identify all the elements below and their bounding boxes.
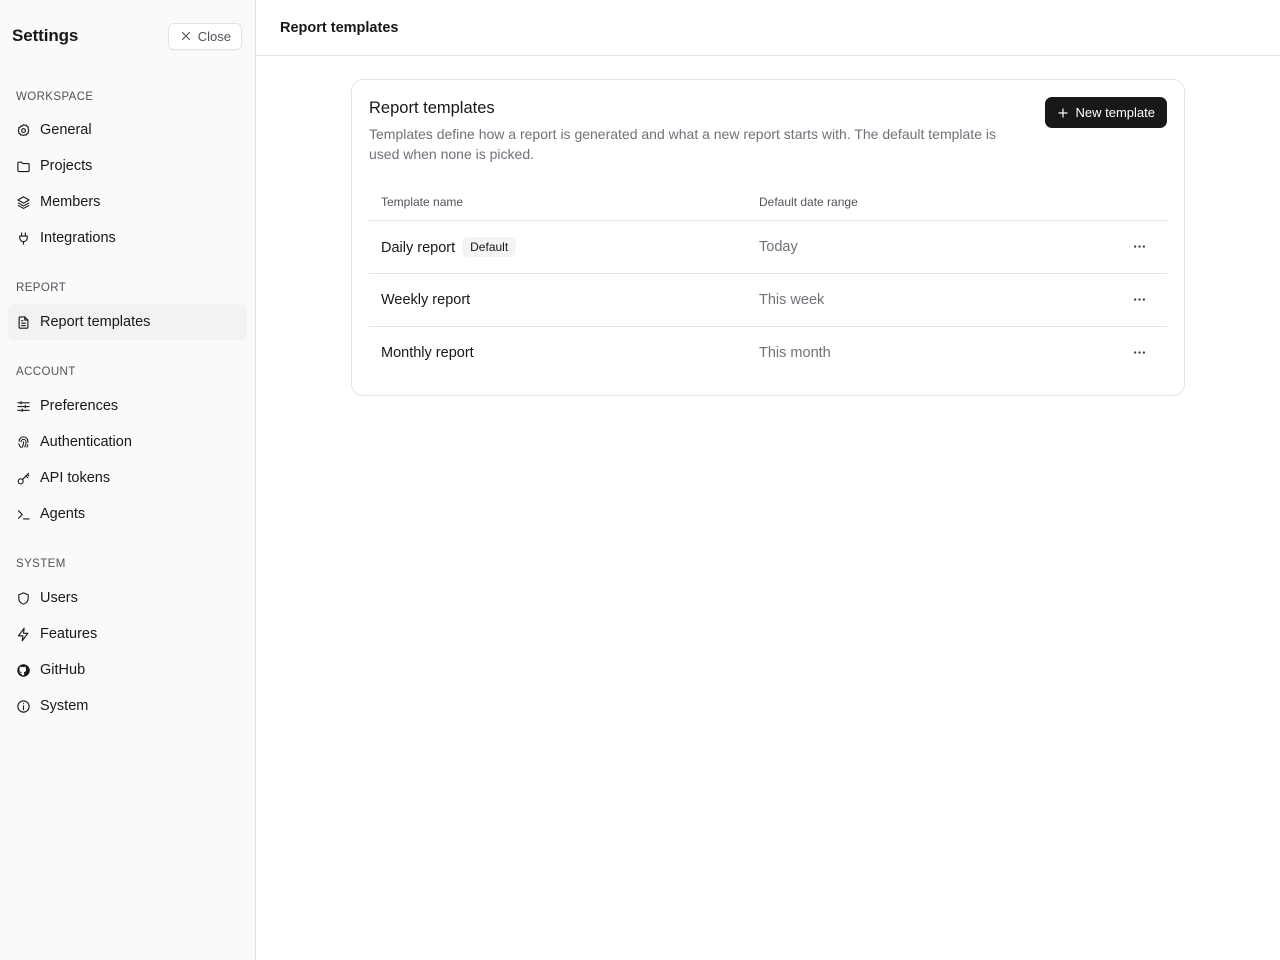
key-icon <box>17 472 30 484</box>
actions-cell <box>1107 326 1167 379</box>
document-icon <box>18 315 29 329</box>
sidebar-item-label: Preferences <box>40 398 119 414</box>
sidebar-item-label: Users <box>40 590 78 606</box>
more-horizontal-icon <box>1133 351 1145 354</box>
more-horizontal-icon <box>1133 298 1145 301</box>
section-label-report: REPORT <box>16 282 67 294</box>
sidebar-item-label: Integrations <box>40 230 116 246</box>
template-name-cell: Daily report Default <box>369 220 747 274</box>
section-label-account: ACCOUNT <box>16 366 76 378</box>
row-actions-button[interactable] <box>1127 288 1151 312</box>
actions-cell <box>1107 273 1167 327</box>
sidebar-item-api-tokens[interactable]: API tokens <box>8 460 247 496</box>
sidebar-item-report-templates[interactable]: Report templates <box>8 304 247 340</box>
date-range-cell: This month <box>759 344 831 361</box>
table-header-row: Template name Default date range <box>369 184 1167 221</box>
sidebar-item-system[interactable]: System <box>8 688 247 724</box>
sidebar-item-label: System <box>40 698 89 714</box>
sidebar-item-authentication[interactable]: Authentication <box>8 424 247 460</box>
sidebar-item-general[interactable]: General <box>8 112 247 148</box>
card-description: Templates define how a report is generat… <box>369 126 996 162</box>
table-row[interactable]: Weekly report This week <box>369 273 1167 327</box>
sidebar-header: Settings Close <box>0 0 255 72</box>
actions-cell <box>1107 220 1167 274</box>
sidebar-item-github[interactable]: GitHub <box>8 652 247 688</box>
section-label-workspace: WORKSPACE <box>16 91 94 103</box>
sidebar-item-label: General <box>40 122 92 138</box>
template-name-cell: Weekly report <box>369 273 747 327</box>
row-actions-button[interactable] <box>1127 341 1151 365</box>
sliders-icon <box>17 400 30 412</box>
info-icon <box>17 699 30 713</box>
folder-icon <box>17 161 30 172</box>
page-title: Report templates <box>280 19 399 36</box>
section-label-system: SYSTEM <box>16 558 66 570</box>
template-name-cell: Monthly report <box>369 326 747 379</box>
plug-icon <box>19 231 28 245</box>
column-header-actions <box>1107 184 1167 221</box>
sidebar-item-label: API tokens <box>40 470 111 486</box>
sidebar-title: Settings <box>12 26 79 45</box>
plus-icon <box>1057 107 1068 118</box>
layers-icon <box>17 195 30 209</box>
date-range-cell: Today <box>747 220 1107 274</box>
sidebar-item-features[interactable]: Features <box>8 616 247 652</box>
gear-icon <box>17 123 30 136</box>
main-content: Report templates Report templates Templa… <box>256 0 1280 960</box>
column-header-template-name: Template name <box>369 184 747 221</box>
sidebar: Settings Close WORKSPACE General Project… <box>0 0 256 960</box>
fingerprint-icon <box>18 435 29 448</box>
date-range-cell: This week <box>747 273 1107 327</box>
close-icon <box>181 31 190 41</box>
sidebar-item-agents[interactable]: Agents <box>8 496 247 532</box>
table-row[interactable]: Monthly report This month <box>369 326 1167 379</box>
sidebar-item-label: Authentication <box>40 434 132 450</box>
template-name: Weekly report <box>381 291 471 308</box>
zap-icon <box>17 627 29 641</box>
template-name: Daily report <box>381 239 456 256</box>
sidebar-item-label: Agents <box>40 506 86 522</box>
close-button-label: Close <box>197 28 231 44</box>
shield-icon <box>18 591 29 605</box>
sidebar-item-preferences[interactable]: Preferences <box>8 388 247 424</box>
github-icon <box>17 663 30 677</box>
more-horizontal-icon <box>1133 245 1145 248</box>
sidebar-item-label: Projects <box>40 158 93 174</box>
sidebar-item-projects[interactable]: Projects <box>8 148 247 184</box>
settings-app: Settings Close WORKSPACE General Project… <box>0 0 1280 960</box>
sidebar-item-label: GitHub <box>40 662 86 678</box>
sidebar-item-label: Features <box>40 626 98 642</box>
card-header: Report templates Templates define how a … <box>369 80 1167 184</box>
terminal-icon <box>17 509 30 519</box>
new-template-button[interactable]: New template <box>1044 97 1167 128</box>
new-template-button-label: New template <box>1075 105 1155 120</box>
templates-table: Template name Default date range Daily r… <box>369 184 1167 379</box>
card-title: Report templates <box>369 99 495 117</box>
sidebar-item-label: Report templates <box>40 314 151 330</box>
sidebar-item-members[interactable]: Members <box>8 184 247 220</box>
sidebar-item-users[interactable]: Users <box>8 580 247 616</box>
report-templates-card: Report templates Templates define how a … <box>351 79 1185 396</box>
close-button[interactable]: Close <box>167 22 242 50</box>
table-row[interactable]: Daily report Default Today <box>369 220 1167 274</box>
sidebar-item-integrations[interactable]: Integrations <box>8 220 247 256</box>
column-header-default-date-range: Default date range <box>747 184 1107 221</box>
default-badge: Default <box>462 236 517 257</box>
sidebar-item-label: Members <box>40 194 101 210</box>
row-actions-button[interactable] <box>1127 235 1151 259</box>
topbar: Report templates <box>256 0 1280 56</box>
template-name: Monthly report <box>381 344 474 361</box>
